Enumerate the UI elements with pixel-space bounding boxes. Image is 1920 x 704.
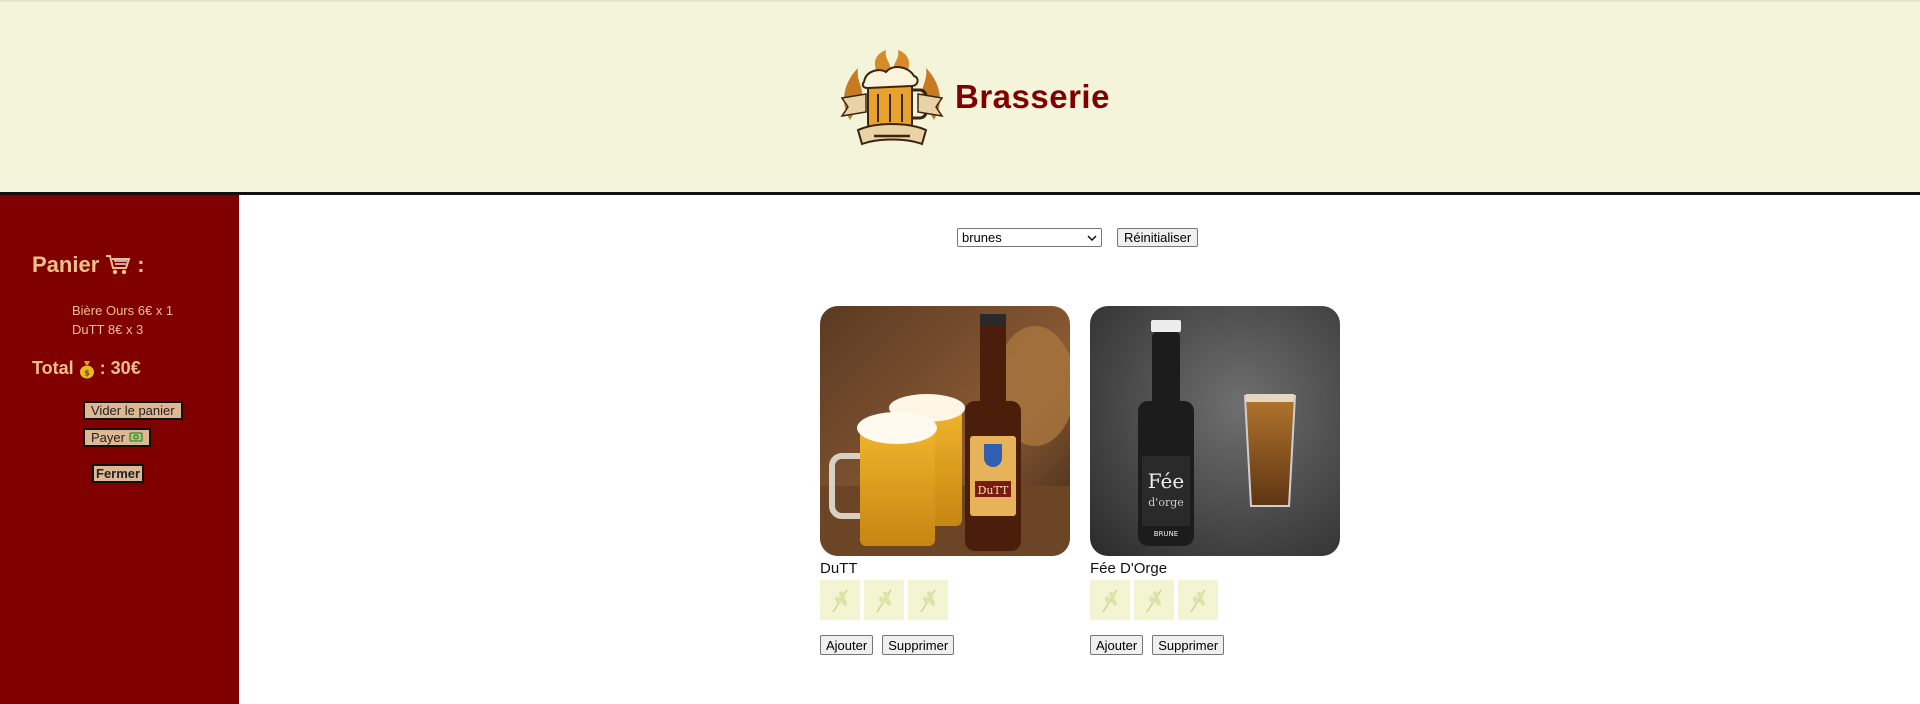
product-image-fee-dorge[interactable]: Fée d'orge BRUNE [1090,306,1340,556]
wheat-icon [1134,580,1174,620]
total-value: : 30€ [99,358,141,378]
cart-title-text: Panier [32,252,100,277]
svg-text:DuTT: DuTT [978,484,1009,497]
svg-text:Fée: Fée [1148,469,1184,493]
shopping-cart-icon [106,255,131,275]
svg-text:BRUNE: BRUNE [1154,530,1178,538]
product-actions: Ajouter Supprimer [1090,635,1340,655]
money-hand-icon [129,432,143,442]
total-label: Total [32,358,74,378]
chevron-down-icon [1087,234,1097,241]
reset-button[interactable]: Réinitialiser [1117,228,1199,247]
svg-text:d'orge: d'orge [1148,496,1184,509]
cart-items-list: Bière Ours 6€ x 1 DuTT 8€ x 3 [72,301,173,339]
wheat-icon [864,580,904,620]
empty-cart-button[interactable]: Vider le panier [83,401,183,420]
svg-text:$: $ [84,368,90,377]
wheat-rating [1090,580,1340,620]
cart-item: DuTT 8€ x 3 [72,322,144,337]
cart-sidebar: Panier : Bière Ours 6€ x 1 DuTT 8€ x 3 T… [0,195,239,704]
product-name: DuTT [820,560,858,577]
remove-from-cart-button[interactable]: Supprimer [1152,635,1225,655]
product-image-dutt[interactable]: DuTT [820,306,1070,556]
brand-title: Brasserie [955,78,1110,115]
wheat-icon [1090,580,1130,620]
pay-button[interactable]: Payer [83,428,151,447]
wheat-icon [908,580,948,620]
wheat-rating [820,580,1070,620]
cart-title: Panier : [32,252,145,278]
pay-button-label: Payer [91,430,125,445]
wheat-icon [1178,580,1218,620]
money-bag-icon: $ [79,360,94,378]
product-actions: Ajouter Supprimer [820,635,1070,655]
beer-type-select[interactable]: brunes [957,228,1102,247]
add-to-cart-button[interactable]: Ajouter [820,635,874,655]
product-card: Fée d'orge BRUNE Fée D'Orge Ajouter Supp… [1090,306,1340,655]
site-header: Brasserie [0,0,1920,195]
add-to-cart-button[interactable]: Ajouter [1090,635,1144,655]
cart-item: Bière Ours 6€ x 1 [72,303,174,318]
selected-option: brunes [962,230,1002,245]
close-cart-button[interactable]: Fermer [92,464,145,483]
cart-title-colon: : [137,252,145,277]
wheat-icon [820,580,860,620]
product-name: Fée D'Orge [1090,560,1168,577]
product-card: DuTT DuTT Ajouter Supprimer [820,306,1070,655]
cart-total: Total $ : 30€ [32,358,141,379]
remove-from-cart-button[interactable]: Supprimer [882,635,955,655]
beer-mug-logo [840,50,944,146]
